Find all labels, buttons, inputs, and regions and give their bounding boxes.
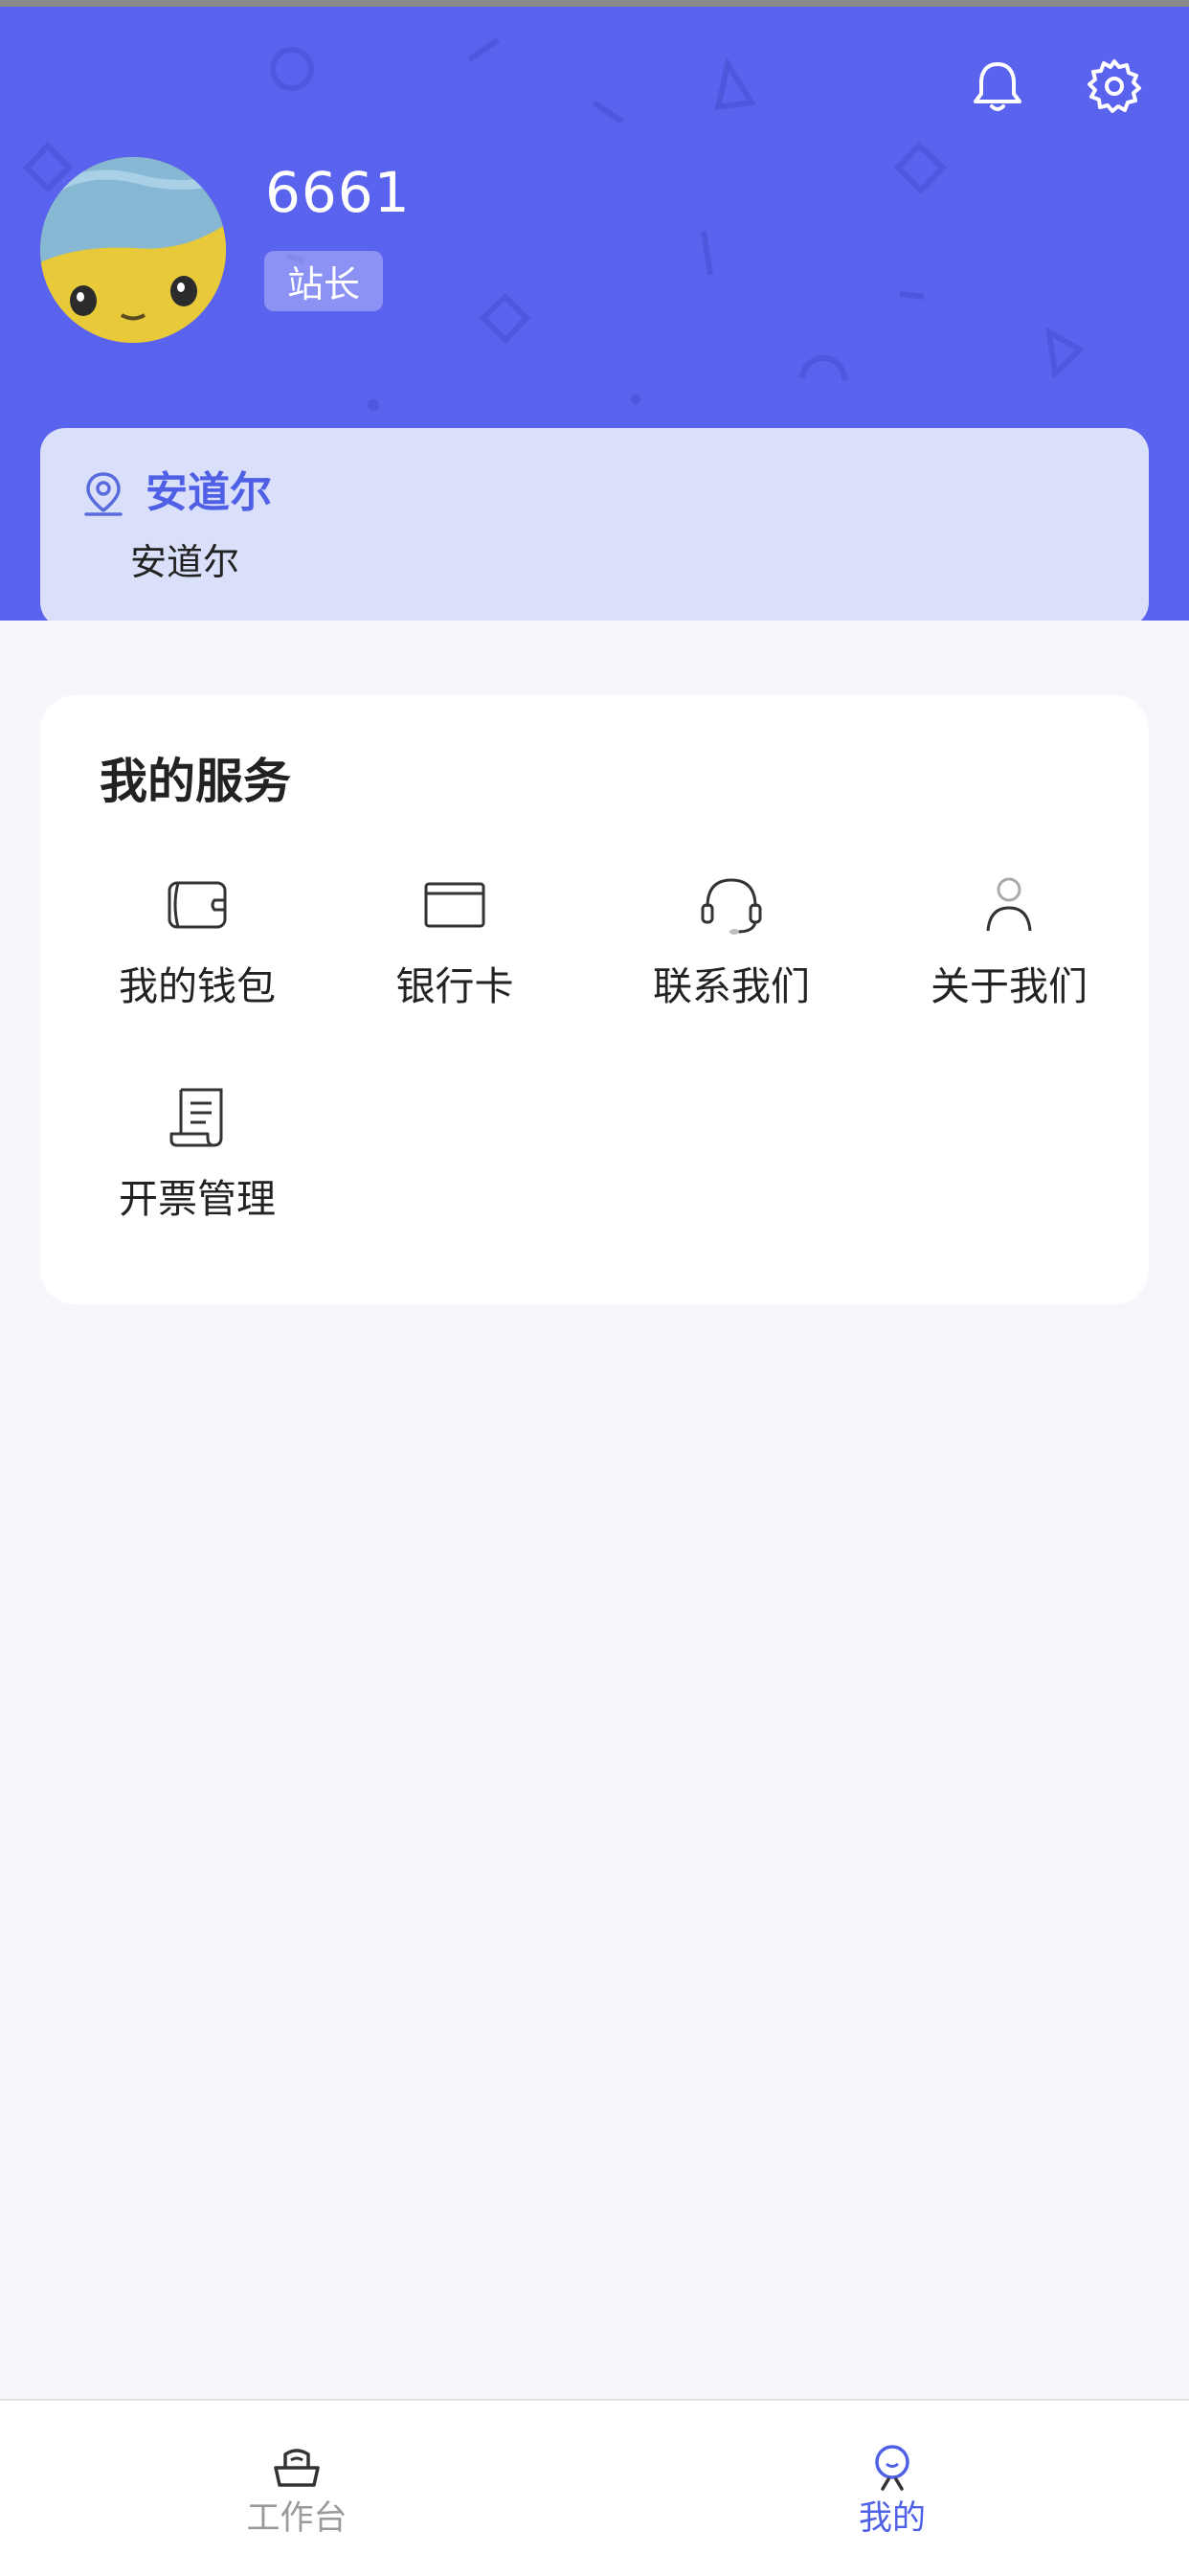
bell-icon [974,62,1021,111]
person-icon [976,871,1043,938]
avatar-image [40,157,226,343]
station-subtitle: 安道尔 [130,541,240,583]
service-about[interactable]: 关于我们 [894,871,1124,1044]
station-card[interactable]: 安道尔 安道尔 [40,428,1149,621]
service-label: 开票管理 [119,1176,276,1222]
service-label: 银行卡 [395,963,514,1009]
profile-header: 6661 站长 安道尔 安道尔 [0,7,1189,621]
notification-button[interactable] [961,50,1034,123]
wallet-icon [164,871,231,938]
tab-mine[interactable]: 我的 [701,2401,1084,2576]
avatar[interactable] [40,157,226,343]
bottom-tab-bar: 工作台 我的 [0,2399,1189,2576]
service-label: 我的钱包 [119,963,276,1009]
service-label: 关于我们 [931,963,1088,1009]
service-wallet[interactable]: 我的钱包 [82,871,312,1044]
status-strip [0,0,1189,7]
service-bank-card[interactable]: 银行卡 [340,871,570,1044]
profile-icon [875,2445,909,2491]
service-invoice[interactable]: 开票管理 [82,1084,312,1256]
service-label: 联系我们 [653,963,810,1009]
tab-label: 我的 [858,2499,926,2538]
workbench-icon [274,2449,320,2487]
services-title: 我的服务 [100,754,291,809]
services-card: 我的服务 我的钱包 银行卡 联系我们 关于我们 开票管理 [40,695,1149,1304]
service-contact[interactable]: 联系我们 [617,871,846,1044]
role-badge: 站长 [264,251,383,311]
user-name: 6661 [265,160,411,225]
bank-card-icon [421,871,488,938]
headset-icon [698,871,765,938]
settings-button[interactable] [1078,50,1151,123]
invoice-icon [164,1084,231,1151]
station-name: 安道尔 [146,468,272,517]
gear-icon [1088,59,1141,113]
tab-workbench[interactable]: 工作台 [105,2401,488,2576]
tab-label: 工作台 [246,2499,348,2538]
location-pin-icon [84,472,123,516]
